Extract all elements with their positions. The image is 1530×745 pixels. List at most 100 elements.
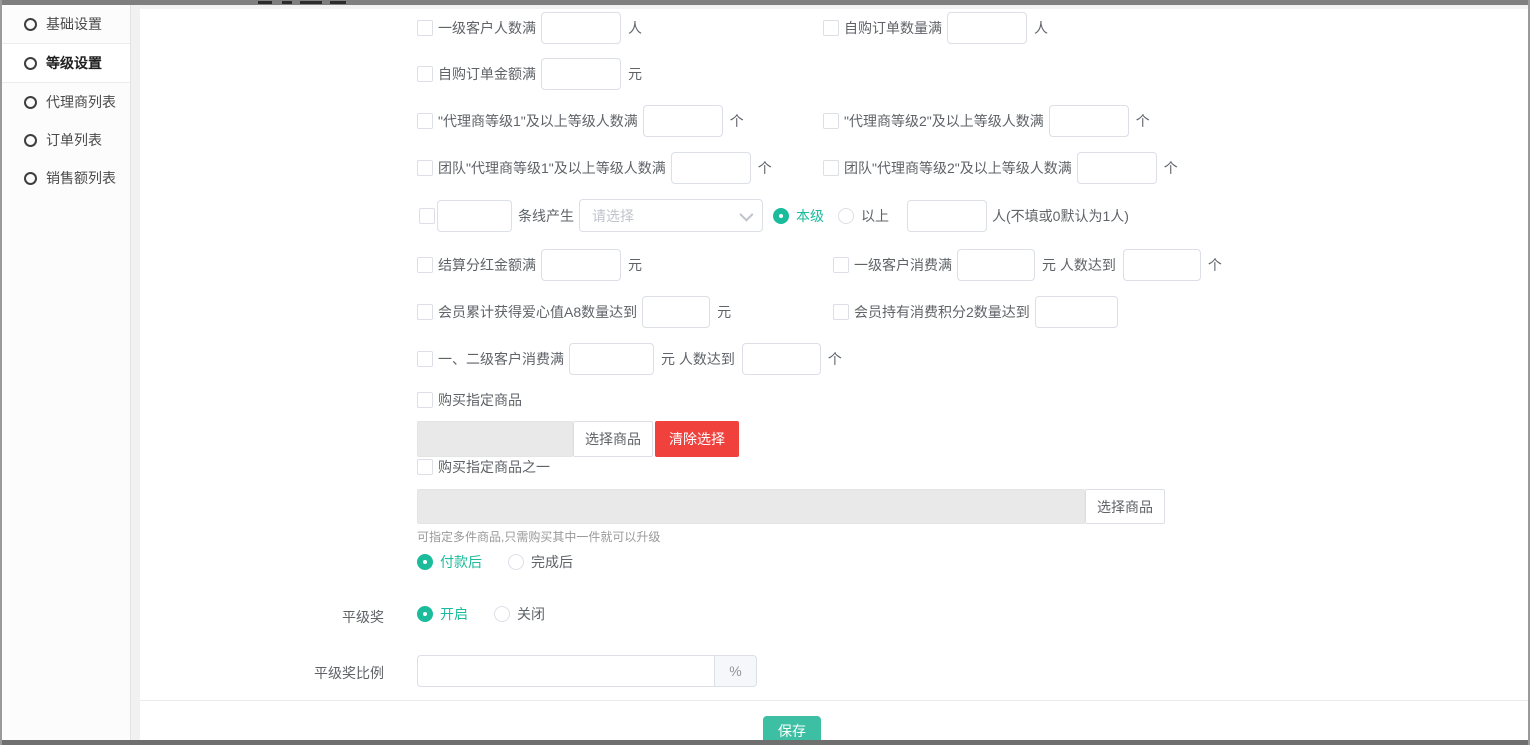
checkbox-love-value-a8[interactable] xyxy=(417,304,433,320)
select-product-button-2[interactable]: 选择商品 xyxy=(1085,489,1165,524)
level-select[interactable]: 请选择 xyxy=(579,199,763,232)
peer-ratio-label: 平级奖比例 xyxy=(280,663,384,683)
radio-label-after-completion[interactable]: 完成后 xyxy=(531,552,573,572)
radio-circle-icon xyxy=(24,172,37,185)
sidebar-item-label: 等级设置 xyxy=(46,53,102,73)
sidebar-item-label: 销售额列表 xyxy=(46,168,116,188)
radio-local-level[interactable] xyxy=(773,208,789,224)
checkbox-agent-level1-count[interactable] xyxy=(417,113,433,129)
window-frame-bottom xyxy=(0,740,1530,745)
checkbox-self-order-amount[interactable] xyxy=(417,66,433,82)
checkbox-level1-customer-count[interactable] xyxy=(417,20,433,36)
checkbox-team-agent-level2-count[interactable] xyxy=(823,160,839,176)
field-label: 购买指定商品 xyxy=(438,390,522,410)
radio-after-payment[interactable] xyxy=(417,554,433,570)
selected-product-display xyxy=(417,421,573,457)
field-agent-level2-count: "代理商等级2"及以上等级人数满 个 xyxy=(823,104,1150,137)
input-consume-points2[interactable] xyxy=(1035,296,1118,328)
percent-append: % xyxy=(715,655,757,687)
input-level12-customer-spend-count[interactable] xyxy=(742,343,821,375)
window-frame-left xyxy=(0,0,2,745)
field-label: 自购订单数量满 xyxy=(844,18,942,38)
field-suffix: 个 xyxy=(1136,111,1150,131)
input-level1-customer-count[interactable] xyxy=(541,12,621,44)
field-label: 结算分红金额满 xyxy=(438,255,536,275)
window-frame-top xyxy=(0,0,1530,5)
checkbox-consume-points2[interactable] xyxy=(833,304,849,320)
peer-award-radio-group: 开启 关闭 xyxy=(417,606,559,622)
checkbox-buy-specified[interactable] xyxy=(417,392,433,408)
radio-label-local[interactable]: 本级 xyxy=(796,206,824,226)
checkbox-line-condition[interactable] xyxy=(419,208,435,224)
checkbox-buy-one-of[interactable] xyxy=(417,459,433,475)
field-self-order-count: 自购订单数量满 人 xyxy=(823,11,1048,44)
select-product-button[interactable]: 选择商品 xyxy=(573,421,653,457)
input-agent-level1-count[interactable] xyxy=(643,105,723,137)
input-level1-customer-spend-count[interactable] xyxy=(1123,249,1201,281)
sidebar-item-sales-list[interactable]: 销售额列表 xyxy=(2,159,130,197)
field-label: 会员累计获得爱心值A8数量达到 xyxy=(438,302,637,322)
checkbox-level12-customer-spend[interactable] xyxy=(417,351,433,367)
checkbox-dividend-amount[interactable] xyxy=(417,257,433,273)
peer-ratio-input[interactable] xyxy=(417,655,715,687)
field-consume-points2: 会员持有消费积分2数量达到 xyxy=(833,295,1118,328)
input-team-agent-level2-count[interactable] xyxy=(1077,152,1157,184)
checkbox-agent-level2-count[interactable] xyxy=(823,113,839,129)
radio-peer-award-off[interactable] xyxy=(494,606,510,622)
field-label: 自购订单金额满 xyxy=(438,64,536,84)
field-love-value-a8: 会员累计获得爱心值A8数量达到 元 xyxy=(417,295,731,328)
sidebar-gap-strip xyxy=(130,5,140,740)
checkbox-self-order-count[interactable] xyxy=(823,20,839,36)
field-suffix: 个 xyxy=(1164,158,1178,178)
input-line-people-count[interactable] xyxy=(907,200,987,232)
field-suffix: 人 xyxy=(628,18,642,38)
input-dividend-amount[interactable] xyxy=(541,249,621,281)
field-line-condition: 条线产生 请选择 本级 以上 人(不填或0默认为1人) xyxy=(419,199,1129,232)
field-team-agent-level2-count: 团队"代理商等级2"及以上等级人数满 个 xyxy=(823,151,1178,184)
input-agent-level2-count[interactable] xyxy=(1049,105,1129,137)
peer-award-label: 平级奖 xyxy=(280,607,384,627)
page: 基础设置 等级设置 代理商列表 订单列表 销售额列表 一级客户人数满 人 自购订… xyxy=(0,0,1530,745)
footer-divider xyxy=(140,700,1528,701)
input-love-value-a8[interactable] xyxy=(642,296,710,328)
sidebar-item-basic-settings[interactable]: 基础设置 xyxy=(2,5,130,43)
field-team-agent-level1-count: 团队"代理商等级1"及以上等级人数满 个 xyxy=(417,151,772,184)
radio-label-after-payment[interactable]: 付款后 xyxy=(440,552,482,572)
field-buy-one-of: 购买指定商品之一 xyxy=(417,459,555,475)
radio-label-above[interactable]: 以上 xyxy=(861,206,889,226)
multi-product-hint: 可指定多件商品,只需购买其中一件就可以升级 xyxy=(417,528,660,545)
checkbox-team-agent-level1-count[interactable] xyxy=(417,160,433,176)
radio-label-off[interactable]: 关闭 xyxy=(517,604,545,624)
field-label: 一级客户人数满 xyxy=(438,18,536,38)
field-self-order-amount: 自购订单金额满 元 xyxy=(417,57,642,90)
input-team-agent-level1-count[interactable] xyxy=(671,152,751,184)
field-suffix: 元 人数达到 xyxy=(661,349,735,369)
field-dividend-amount: 结算分红金额满 元 xyxy=(417,248,642,281)
sidebar-item-agent-list[interactable]: 代理商列表 xyxy=(2,83,130,121)
field-suffix: 元 xyxy=(628,64,642,84)
field-buy-specified: 购买指定商品 xyxy=(417,392,527,408)
radio-label-on[interactable]: 开启 xyxy=(440,604,468,624)
sidebar-item-level-settings[interactable]: 等级设置 xyxy=(2,43,130,83)
clear-selection-button[interactable]: 清除选择 xyxy=(655,421,739,457)
radio-after-completion[interactable] xyxy=(508,554,524,570)
input-self-order-count[interactable] xyxy=(947,12,1027,44)
radio-above-level[interactable] xyxy=(838,208,854,224)
radio-peer-award-on[interactable] xyxy=(417,606,433,622)
input-self-order-amount[interactable] xyxy=(541,58,621,90)
sidebar: 基础设置 等级设置 代理商列表 订单列表 销售额列表 xyxy=(2,5,131,740)
checkbox-level1-customer-spend[interactable] xyxy=(833,257,849,273)
input-level12-customer-spend[interactable] xyxy=(569,343,654,375)
chevron-down-icon xyxy=(739,207,753,221)
field-suffix: 人 xyxy=(1034,18,1048,38)
sidebar-item-order-list[interactable]: 订单列表 xyxy=(2,121,130,159)
field-suffix: 个 xyxy=(1208,255,1222,275)
input-line-count[interactable] xyxy=(437,200,512,232)
field-level1-customer-count: 一级客户人数满 人 xyxy=(417,11,642,44)
radio-circle-icon xyxy=(24,57,37,70)
field-suffix: 人(不填或0默认为1人) xyxy=(992,206,1129,226)
input-level1-customer-spend[interactable] xyxy=(957,249,1035,281)
field-suffix: 元 xyxy=(717,302,731,322)
field-label: 购买指定商品之一 xyxy=(438,457,550,477)
peer-ratio-input-group: % xyxy=(417,655,757,687)
